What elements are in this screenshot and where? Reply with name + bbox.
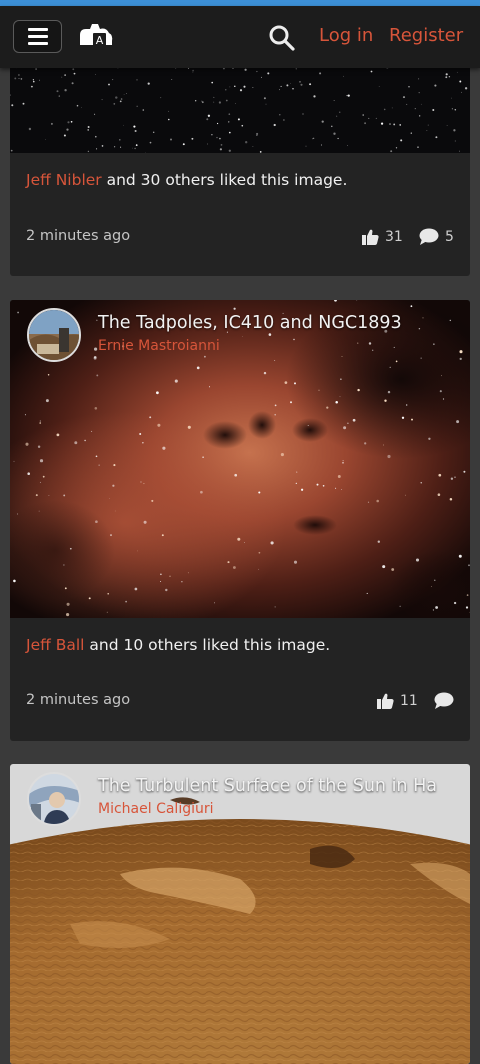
avatar[interactable]	[27, 772, 81, 826]
login-link[interactable]: Log in	[319, 25, 373, 46]
comment-icon	[419, 228, 439, 245]
comment-icon	[434, 692, 454, 709]
timestamp: 2 minutes ago	[26, 692, 131, 708]
image-title[interactable]: The Tadpoles, IC410 and NGC1893	[98, 313, 402, 333]
image-title[interactable]: The Turbulent Surface of the Sun in Ha	[98, 776, 437, 796]
like-button[interactable]: 11	[377, 693, 418, 709]
logo-icon[interactable]: A	[78, 21, 114, 51]
comment-count: 5	[445, 228, 454, 245]
author-link[interactable]: Ernie Mastroianni	[98, 338, 220, 354]
avatar[interactable]	[27, 308, 81, 362]
comment-button[interactable]	[434, 692, 460, 709]
liker-link[interactable]: Jeff Nibler	[26, 171, 102, 189]
liked-text: and 10 others liked this image.	[84, 636, 331, 654]
menu-icon-line	[27, 42, 48, 45]
like-count: 31	[385, 229, 403, 245]
feed-card: The Tadpoles, IC410 and NGC1893 Ernie Ma…	[10, 300, 470, 741]
timestamp: 2 minutes ago	[26, 228, 131, 244]
image-thumbnail[interactable]	[10, 300, 470, 618]
thumbs-up-icon	[362, 229, 379, 245]
menu-icon-line	[27, 35, 48, 38]
feed-card: The Turbulent Surface of the Sun in Ha M…	[10, 764, 470, 1064]
like-count: 11	[400, 693, 418, 709]
like-button[interactable]: 31	[362, 229, 403, 245]
svg-text:A: A	[96, 34, 104, 47]
top-nav-bar: A Log in Register	[0, 6, 480, 68]
thumbs-up-icon	[377, 693, 394, 709]
feed-card: Jeff Nibler and 30 others liked this ima…	[10, 40, 470, 276]
liked-summary: Jeff Ball and 10 others liked this image…	[26, 636, 330, 654]
author-link[interactable]: Michael Caligiuri	[98, 801, 214, 817]
menu-button[interactable]	[13, 20, 62, 53]
comment-button[interactable]: 5	[419, 228, 454, 245]
liker-link[interactable]: Jeff Ball	[26, 636, 84, 654]
search-icon[interactable]	[268, 24, 296, 52]
register-link[interactable]: Register	[389, 25, 463, 46]
liked-text: and 30 others liked this image.	[101, 171, 348, 189]
menu-icon-line	[27, 28, 48, 31]
liked-summary: Jeff Nibler and 30 others liked this ima…	[26, 171, 347, 189]
